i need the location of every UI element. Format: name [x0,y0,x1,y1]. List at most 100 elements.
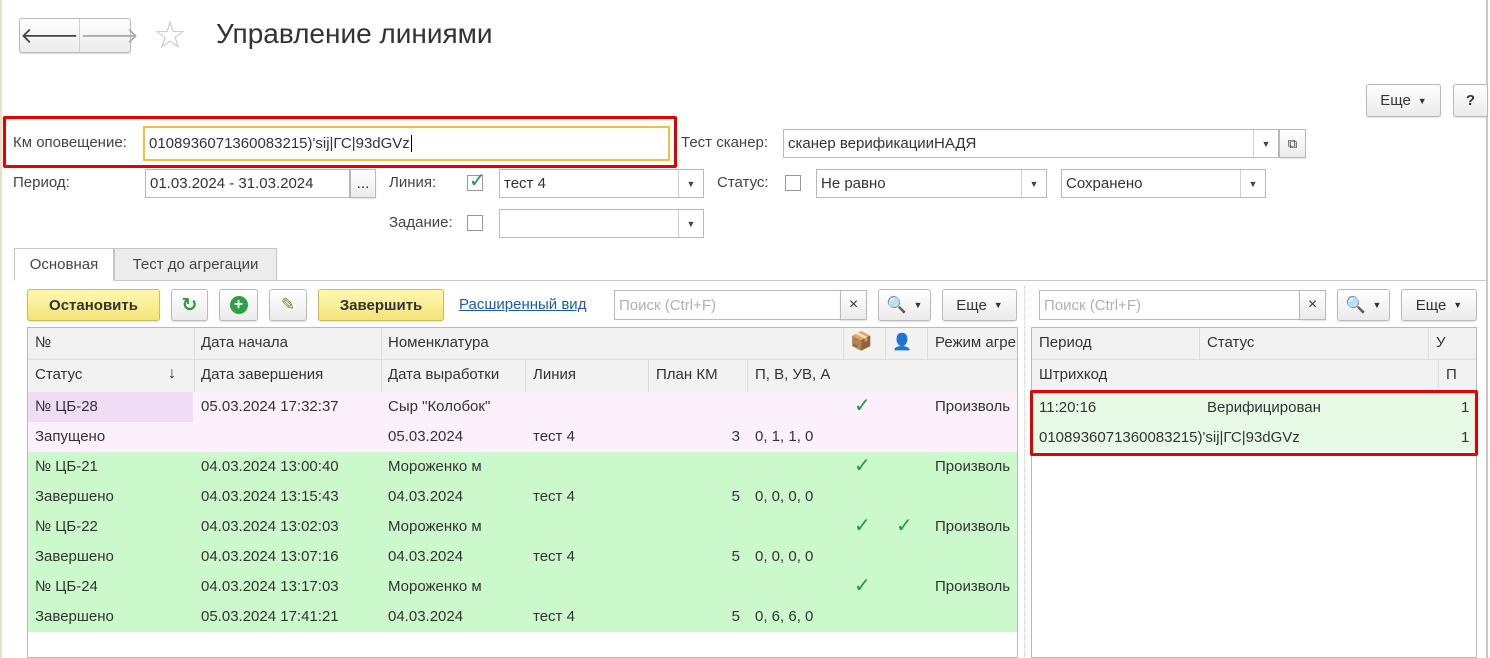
lines-table[interactable]: № Дата начала Номенклатура 📦 👤 Режим агр… [27,327,1018,658]
table-row[interactable]: Завершено 05.03.2024 17:41:21 04.03.2024 те… [28,602,1017,632]
close-icon: × [1307,296,1318,313]
scanner-value: сканер верификацииНАДЯ [788,135,977,152]
chevron-down-icon[interactable]: ▼ [1021,170,1046,197]
cell-prod_date: 04.03.2024 [388,548,464,565]
col-period[interactable]: Период [1039,334,1092,351]
cell-status: Завершено [35,608,114,625]
col-nomenclature[interactable]: Номенклатура [388,334,489,351]
cell-pvua: 0, 0, 0, 0 [755,548,814,565]
right-search-input[interactable]: Поиск (Ctrl+F) [1039,290,1300,320]
status-checkbox[interactable] [785,175,801,191]
table-row[interactable]: № ЦБ-21 04.03.2024 13:00:40 Мороженко м ✓ Пр… [28,452,1017,482]
col-r-status[interactable]: Статус [1207,334,1254,351]
col-p[interactable]: П [1446,366,1457,383]
left-more-button[interactable]: Еще ▼ [942,289,1017,321]
cell-line: тест 4 [533,548,575,565]
col-production-date[interactable]: Дата выработки [388,366,499,383]
col-barcode[interactable]: Штрихкод [1039,366,1107,383]
chevron-down-icon: ▼ [913,300,923,310]
arrow-right-icon: 🡒 [80,22,139,48]
col-plan-km[interactable]: План КМ [656,366,718,383]
cell-nom: Мороженко м [388,458,482,475]
cell-num: № ЦБ-28 [35,398,98,415]
period-input[interactable]: 01.03.2024 - 31.03.2024 [145,169,350,198]
star-icon[interactable]: ☆ [153,17,187,55]
scanner-select[interactable]: сканер верификацииНАДЯ ▼ [783,129,1279,158]
back-button[interactable]: 🡐 [20,19,79,52]
help-button[interactable]: ? [1453,84,1488,117]
check-icon: ✓ [854,575,871,597]
left-search-button[interactable]: 🔍 ▼ [878,289,931,321]
table-row[interactable]: Запущено 05.03.2024 тест 4 3 0, 1, 1, 0 [28,422,1017,452]
right-search-clear-button[interactable]: × [1299,290,1326,320]
stop-button[interactable]: Остановить [27,289,160,321]
cell-prod_date: 05.03.2024 [388,428,464,445]
more-button[interactable]: Еще ▼ [1366,84,1441,117]
finish-button[interactable]: Завершить [318,289,444,321]
extended-view-link[interactable]: Расширенный вид [459,296,586,313]
sort-down-icon[interactable]: ↓ [168,365,176,383]
arrow-left-icon: 🡐 [20,22,79,48]
add-button[interactable]: + [219,289,258,321]
cell-mode: Произволь [935,458,1011,475]
verification-table[interactable]: Период Статус У Штрихкод П 11:20:16 Вери… [1031,327,1477,658]
col-status[interactable]: Статус [35,366,82,383]
col-line[interactable]: Линия [533,366,576,383]
line-select[interactable]: тест 4 ▼ [499,169,704,198]
forward-button[interactable]: 🡒 [79,19,139,52]
cell-mode: Произволь [935,578,1011,595]
chevron-down-icon[interactable]: ▼ [678,170,703,197]
line-value: тест 4 [504,175,546,192]
cell-plan: 5 [731,608,740,625]
check-icon: ✓ [854,395,871,417]
cell-prod_date: 04.03.2024 [388,488,464,505]
cell-pvua: 0, 0, 0, 0 [755,488,814,505]
chevron-down-icon[interactable]: ▼ [678,210,703,237]
col-end-date[interactable]: Дата завершения [201,366,323,383]
refresh-button[interactable]: ↻ [171,289,208,321]
left-border [0,0,2,658]
cell-num: № ЦБ-22 [35,518,98,535]
left-search-clear-button[interactable]: × [840,290,867,320]
left-search-placeholder: Поиск (Ctrl+F) [619,296,716,314]
lines-table-header: № Дата начала Номенклатура 📦 👤 Режим агр… [28,328,1017,392]
cell-pvua: 0, 6, 6, 0 [755,608,814,625]
open-icon[interactable]: ⧉ [1279,129,1306,158]
edit-button[interactable]: ✎ [269,289,307,321]
right-search-button[interactable]: 🔍 ▼ [1337,289,1390,321]
table-row[interactable]: Завершено 04.03.2024 13:07:16 04.03.2024 те… [28,542,1017,572]
left-search-input[interactable]: Поиск (Ctrl+F) [614,290,841,320]
col-mode[interactable]: Режим агре [935,334,1016,351]
pencil-icon: ✎ [280,295,296,314]
tab-main[interactable]: Основная [14,248,114,281]
cell-start: 04.03.2024 13:17:03 [201,578,339,595]
plus-circle-icon: + [229,296,248,314]
scanner-label: Тест сканер: [681,134,769,151]
line-checkbox[interactable]: ✓ [467,170,486,192]
right-more-label: Еще [1415,296,1447,314]
tab-aggregation-test[interactable]: Тест до агрегации [114,248,277,281]
cell-line: тест 4 [533,488,575,505]
table-row[interactable]: № ЦБ-22 04.03.2024 13:02:03 Мороженко м ✓ ✓ П… [28,512,1017,542]
chevron-down-icon[interactable]: ▼ [1253,130,1278,157]
right-more-button[interactable]: Еще ▼ [1401,289,1477,321]
task-select[interactable]: ▼ [499,209,704,238]
status-condition-select[interactable]: Не равно ▼ [816,169,1047,198]
panel-splitter[interactable] [1024,286,1026,658]
table-row[interactable]: Завершено 04.03.2024 13:15:43 04.03.2024 те… [28,482,1017,512]
cell-pvua: 0, 1, 1, 0 [755,428,814,445]
col-start-date[interactable]: Дата начала [201,334,288,351]
km-input[interactable]: 0108936071360083215)'sij|ГС|93dGVz [143,126,670,161]
cell-status: Запущено [35,428,106,445]
table-row[interactable]: № ЦБ-28 05.03.2024 17:32:37 Сыр "Колобок" ✓… [28,392,1017,422]
period-select-button[interactable]: ... [350,169,376,198]
col-pvua[interactable]: П, В, УВ, А [755,366,830,383]
col-num[interactable]: № [35,334,51,351]
task-checkbox[interactable] [467,215,483,231]
table-row[interactable]: № ЦБ-24 04.03.2024 13:17:03 Мороженко м ✓ Пр… [28,572,1017,602]
chevron-down-icon: ▼ [1453,300,1463,310]
status-select[interactable]: Сохранено ▼ [1061,169,1266,198]
more-label: Еще [1380,92,1411,109]
col-u[interactable]: У [1436,334,1446,351]
chevron-down-icon[interactable]: ▼ [1240,170,1265,197]
